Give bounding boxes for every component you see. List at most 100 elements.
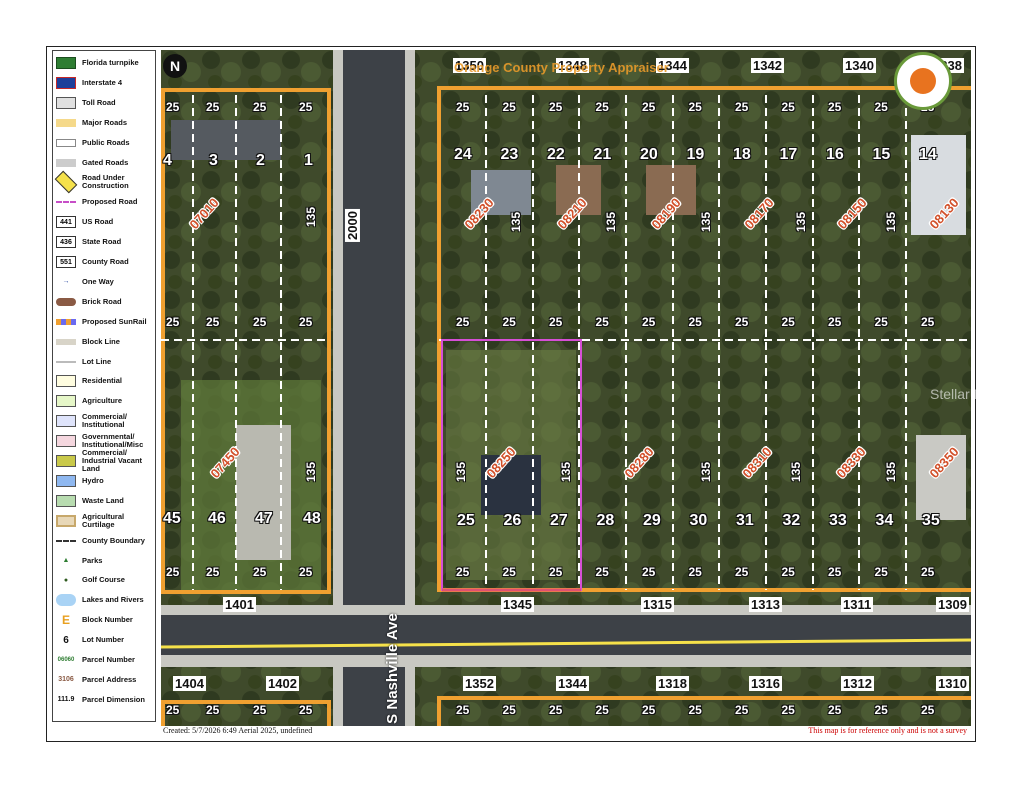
lot-number: 2	[256, 152, 265, 169]
parcel-dimension: 25	[206, 565, 220, 579]
parcel-dimension: 25	[253, 703, 267, 717]
parcel-dimension: 135	[604, 211, 619, 233]
parcel-dimension: 25	[595, 315, 609, 329]
legend-item: Road Under Construction	[54, 171, 156, 194]
park-tree-icon: ▲	[62, 557, 70, 564]
parcel-address: 1352	[463, 676, 496, 691]
lot-number: 18	[733, 146, 751, 163]
lot-number: 32	[782, 512, 801, 529]
lot-number: 29	[643, 512, 661, 529]
parcel-dimension: 25	[642, 565, 656, 579]
legend-item: Lot Line	[56, 353, 156, 371]
legend-label: Toll Road	[82, 97, 116, 107]
parcel-dimension: 25	[735, 703, 749, 717]
lot-number: 1	[304, 152, 313, 169]
parcel-dimension: 25	[502, 565, 516, 579]
parcel-dimension: 25	[299, 703, 313, 717]
parcel-dimension: 25	[828, 565, 842, 579]
legend-item: Block Line	[56, 333, 156, 351]
parcel-dimension: 25	[921, 315, 935, 329]
map-title-banner: Orange County Property Appraiser	[454, 60, 669, 75]
parcel-dimension: 25	[921, 703, 935, 717]
parcel-dimension: 25	[502, 315, 516, 329]
lot-number: 31	[736, 512, 754, 529]
parcel-dimension: 135	[699, 461, 714, 483]
north-label: N	[169, 58, 181, 74]
legend-label: Block Line	[82, 336, 120, 346]
lot-number: 35	[922, 512, 940, 529]
parcel-address: 1401	[223, 597, 256, 612]
lot-number: 47	[255, 510, 273, 527]
parcel-dimension: 135	[304, 206, 319, 228]
lot-number: 28	[596, 512, 615, 529]
legend-item: 436 State Road	[56, 233, 156, 251]
lot-number: 17	[779, 146, 798, 163]
legend-item: Proposed Road	[56, 193, 156, 211]
parcel-dimension: 135	[509, 211, 524, 233]
parcel-dimension: 25	[549, 565, 563, 579]
north-arrow-icon: N	[163, 54, 187, 78]
parcel-dimension: 25	[206, 100, 220, 114]
parcel-address: 1402	[266, 676, 299, 691]
legend-label: Golf Course	[82, 575, 125, 585]
mls-watermark: Stellar MLS	[930, 386, 1003, 402]
parcel-dimension: 135	[699, 211, 714, 233]
parcel-dimension: 25	[253, 100, 267, 114]
agriculture-swatch-icon	[56, 395, 76, 408]
aerial-map[interactable]: Created: 5/7/2026 6:49 Aerial 2025, unde…	[161, 50, 971, 737]
legend-label: Block Number	[82, 615, 133, 625]
parcel-dimension: 25	[874, 315, 888, 329]
sunrail-line-icon	[56, 318, 76, 325]
parcel-dimension: 25	[781, 100, 795, 114]
legend-label: Commercial/ Institutional	[82, 412, 128, 430]
lot-number: 21	[593, 146, 612, 163]
parcel-dimension: 25	[456, 315, 470, 329]
vacant-swatch-icon	[56, 455, 76, 467]
parcel-dimension: 25	[874, 703, 888, 717]
legend-item: Proposed SunRail	[56, 313, 156, 331]
commercial-swatch-icon	[56, 415, 76, 428]
parcel-dimension: 135	[789, 461, 804, 483]
parcel-dimension: 25	[921, 565, 935, 579]
legend-label: Proposed SunRail	[82, 316, 147, 326]
legend-item: 551 County Road	[56, 253, 156, 271]
parcel-dimension: 25	[735, 565, 749, 579]
parcel-dimension: 25	[206, 315, 220, 329]
legend-item: Lakes and Rivers	[56, 591, 156, 609]
lot-number: 16	[826, 146, 844, 163]
parcel-address: 1315	[641, 597, 674, 612]
lot-number: 46	[208, 510, 226, 527]
us-road-shield-icon: 441	[56, 216, 76, 229]
parcel-dimension: 25	[549, 703, 563, 717]
construction-sign-icon	[54, 171, 78, 194]
legend-label: Lot Line	[82, 356, 112, 366]
legend-label: County Boundary	[82, 535, 145, 545]
residential-swatch-icon	[56, 375, 76, 388]
parcel-dimension: 25	[456, 565, 470, 579]
legend-item: Commercial/ Industrial Vacant Land	[56, 449, 156, 473]
parcel-dimension: 25	[688, 315, 702, 329]
footer-created-text: Created: 5/7/2026 6:49 Aerial 2025, unde…	[163, 726, 313, 735]
legend-label: Governmental/ Institutional/Misc	[82, 432, 144, 450]
legend-item: ● Golf Course	[56, 571, 156, 589]
county-boundary-line-icon	[56, 539, 76, 542]
parcel-dimension: 25	[299, 565, 313, 579]
legend-label: Lot Number	[82, 635, 125, 645]
map-footer: Created: 5/7/2026 6:49 Aerial 2025, unde…	[161, 726, 971, 737]
parcel-dimension: 25	[781, 315, 795, 329]
parcel-address: 1318	[656, 676, 689, 691]
map-graphics	[161, 50, 971, 737]
legend-label: Public Roads	[82, 137, 130, 147]
parcel-dimension: 25	[502, 703, 516, 717]
parcel-dimension: 25	[456, 703, 470, 717]
footer-disclaimer: This map is for reference only and is no…	[808, 726, 967, 735]
parcel-address: 1316	[749, 676, 782, 691]
parcel-dimension: 25	[253, 315, 267, 329]
parcel-dimension: 25	[456, 100, 470, 114]
legend-label: Interstate 4	[82, 77, 123, 87]
parcel-dimension: 135	[559, 461, 574, 483]
parcel-dimension: 25	[595, 565, 609, 579]
lot-number: 23	[500, 146, 519, 163]
parcel-dimension: 25	[688, 100, 702, 114]
lot-number: 15	[872, 146, 891, 163]
